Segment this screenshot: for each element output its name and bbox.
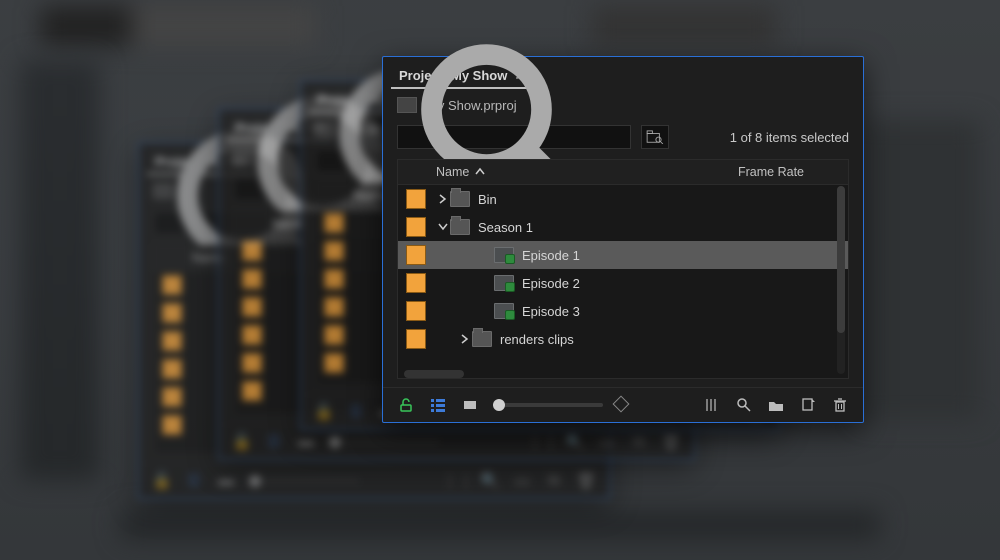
folder-icon (450, 191, 470, 207)
label-color-swatch[interactable] (406, 189, 426, 209)
table-row[interactable]: Episode 2 (398, 269, 848, 297)
folder-icon (472, 331, 492, 347)
sequence-icon (494, 275, 514, 291)
table-row[interactable]: Episode 1 (398, 241, 848, 269)
slider-knob-icon[interactable] (493, 399, 505, 411)
bin-search-icon (646, 130, 664, 144)
selection-status: 1 of 8 items selected (679, 130, 849, 145)
item-label: Episode 1 (522, 248, 848, 263)
lock-toggle-icon[interactable] (397, 396, 415, 414)
freeform-view-icon[interactable] (703, 396, 721, 414)
label-color-swatch[interactable] (406, 273, 426, 293)
label-color-swatch[interactable] (406, 217, 426, 237)
slider-end-icon (613, 396, 630, 413)
sort-asc-icon (475, 167, 485, 177)
column-frame-rate[interactable]: Frame Rate (738, 165, 848, 179)
label-color-swatch[interactable] (406, 245, 426, 265)
item-label: renders clips (500, 332, 848, 347)
project-panel[interactable]: Project: My Show ≡ My Show.prproj 1 of 8… (382, 56, 864, 423)
table-row[interactable]: renders clips (398, 325, 848, 353)
chevron-right-icon[interactable] (458, 334, 472, 344)
item-label: Episode 3 (522, 304, 848, 319)
project-file-icon (397, 97, 417, 113)
chevron-down-icon[interactable] (436, 223, 450, 231)
new-item-icon[interactable] (799, 396, 817, 414)
table-row[interactable]: Season 1 (398, 213, 848, 241)
table-row[interactable]: Episode 3 (398, 297, 848, 325)
bg-blur (120, 510, 880, 540)
horizontal-scrollbar[interactable] (404, 370, 464, 378)
project-item-table: Name Frame Rate Bin Season 1 Episode 1 Epis… (397, 159, 849, 379)
label-color-swatch[interactable] (406, 329, 426, 349)
find-icon[interactable] (735, 396, 753, 414)
chevron-right-icon[interactable] (436, 194, 450, 204)
delete-icon[interactable] (831, 396, 849, 414)
item-label: Season 1 (478, 220, 848, 235)
panel-toolbar (383, 387, 863, 422)
label-color-swatch[interactable] (406, 301, 426, 321)
table-header: Name Frame Rate (398, 160, 848, 185)
sequence-icon (494, 247, 514, 263)
list-view-icon[interactable] (429, 396, 447, 414)
bg-blur (20, 60, 100, 480)
table-row[interactable]: Bin (398, 185, 848, 213)
folder-icon (450, 219, 470, 235)
column-name[interactable]: Name (434, 165, 738, 179)
thumbnail-size-slider[interactable] (493, 403, 603, 407)
icon-view-icon[interactable] (461, 396, 479, 414)
sequence-icon (494, 303, 514, 319)
vertical-scrollbar[interactable] (837, 186, 845, 374)
search-bin-button[interactable] (641, 125, 669, 149)
item-label: Episode 2 (522, 276, 848, 291)
search-input[interactable] (397, 125, 631, 149)
item-label: Bin (478, 192, 848, 207)
new-bin-icon[interactable] (767, 396, 785, 414)
bg-blur (860, 120, 980, 420)
